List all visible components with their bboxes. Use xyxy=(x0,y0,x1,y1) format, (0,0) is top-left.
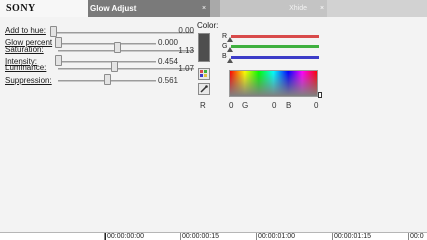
add-to-hue-label: Add to hue: xyxy=(5,26,46,35)
timeline-tick: 00:00:00:00 xyxy=(107,233,144,240)
readout-g-value: 0 xyxy=(272,101,277,110)
readout-r-label: R xyxy=(200,101,206,110)
saturation-value[interactable]: 1.13 xyxy=(154,46,194,55)
eyedropper-icon[interactable] xyxy=(198,83,210,95)
suppression-slider-thumb[interactable] xyxy=(104,74,111,85)
close-icon[interactable]: × xyxy=(318,5,326,13)
channel-g-thumb[interactable] xyxy=(227,47,233,52)
luminance-value[interactable]: 1.07 xyxy=(154,64,194,73)
timeline-tick: 00:00:01:00 xyxy=(258,233,295,240)
tick-line xyxy=(180,233,181,240)
readout-b-value: 0 xyxy=(314,101,319,110)
add-to-hue-value[interactable]: 0.00 xyxy=(154,26,194,35)
intensity-slider-thumb[interactable] xyxy=(55,55,62,66)
tick-line xyxy=(408,233,409,240)
readout-b-label: B xyxy=(286,101,292,110)
saturation-slider-thumb[interactable] xyxy=(114,42,121,53)
channel-r-bar[interactable] xyxy=(231,35,319,38)
readout-g-label: G xyxy=(242,101,249,110)
tick-line xyxy=(256,233,257,240)
tab-xhide[interactable]: Xhide xyxy=(220,0,327,17)
add-to-hue-slider-thumb[interactable] xyxy=(50,26,57,37)
suppression-value[interactable]: 0.561 xyxy=(138,76,178,85)
palette-icon[interactable] xyxy=(198,68,210,80)
channel-b-label: B xyxy=(222,53,227,60)
sony-logo: SONY xyxy=(6,3,36,14)
tab-glow-adjust[interactable]: Glow Adjust xyxy=(88,0,210,17)
color-swatch[interactable] xyxy=(198,33,210,62)
suppression-label: Suppression: xyxy=(5,76,52,85)
channel-r-thumb[interactable] xyxy=(227,37,233,42)
tick-line xyxy=(104,233,105,240)
close-icon[interactable]: × xyxy=(200,5,208,13)
luminance-label: Luminance: xyxy=(5,63,47,72)
readout-r-value: 0 xyxy=(229,101,234,110)
color-picker-marker[interactable] xyxy=(318,92,322,98)
color-picker-gradient[interactable] xyxy=(229,70,318,97)
saturation-label: Saturation: xyxy=(5,45,44,54)
channel-b-thumb[interactable] xyxy=(227,58,233,63)
timeline-tick: 00:00:01:15 xyxy=(334,233,371,240)
header-bar: SONY Glow Adjust Xhide × × xyxy=(0,0,427,17)
tick-line xyxy=(332,233,333,240)
channel-b-bar[interactable] xyxy=(231,56,319,59)
channel-g-bar[interactable] xyxy=(231,45,319,48)
glow-percent-slider-thumb[interactable] xyxy=(55,37,62,48)
logo-area: SONY xyxy=(0,0,88,17)
timeline-tick: 00:0 xyxy=(410,233,424,240)
luminance-slider-thumb[interactable] xyxy=(111,61,118,72)
color-label: Color: xyxy=(197,21,219,30)
tab-secondary[interactable] xyxy=(210,0,220,17)
timeline-tick: 00:00:00:15 xyxy=(182,233,219,240)
